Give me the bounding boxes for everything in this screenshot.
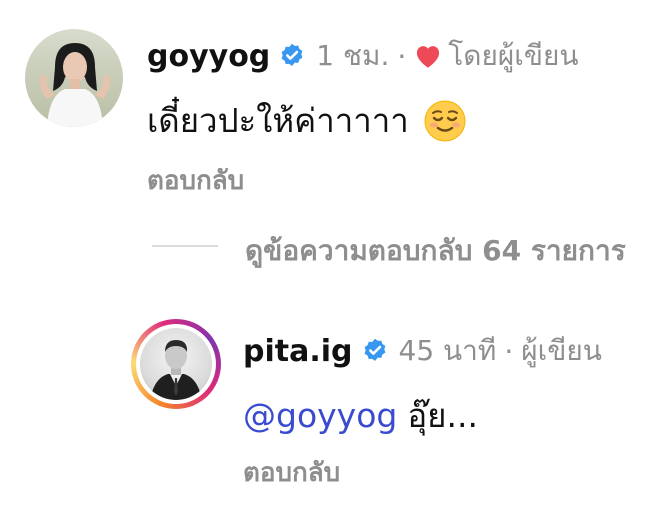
avatar-pita: [140, 328, 212, 400]
mention-link[interactable]: @goyyog: [243, 396, 397, 435]
reply-reply-button[interactable]: ตอบกลับ: [243, 452, 340, 493]
separator-dot: ·: [504, 334, 514, 368]
comment-reply-button[interactable]: ตอบกลับ: [147, 160, 244, 201]
verified-badge-icon: [361, 337, 389, 365]
avatar-goyyog[interactable]: [25, 29, 123, 127]
comments-thread: goyyog 1 ชม. · โดยผู้เขียน เดี๋ยวปะให้ค่…: [0, 0, 667, 510]
view-replies-button[interactable]: ดูข้อความตอบกลับ 64 รายการ: [245, 229, 626, 273]
author-label: ผู้เขียน: [521, 334, 602, 367]
reply-body: @goyyog อุ๊ย...: [243, 389, 478, 442]
relieved-face-emoji-icon: [423, 99, 467, 143]
comment-body: เดี๋ยวปะให้ค่าาาาา: [147, 94, 467, 147]
view-replies-divider: [152, 245, 218, 247]
heart-icon: [414, 43, 442, 69]
avatar-pita-story-ring[interactable]: [131, 319, 221, 409]
verified-badge-icon: [278, 42, 306, 70]
reply-header: pita.ig 45 นาที · ผู้เขียน: [243, 329, 602, 373]
separator-dot: ·: [397, 39, 407, 73]
comment-header: goyyog 1 ชม. · โดยผู้เขียน: [147, 34, 579, 78]
reply-text: อุ๊ย...: [407, 396, 478, 435]
comment-text: เดี๋ยวปะให้ค่าาาาา: [147, 101, 409, 140]
comment-time: 1 ชม.: [316, 39, 390, 72]
reply-username[interactable]: pita.ig: [243, 334, 353, 369]
avatar-photo: [150, 340, 202, 400]
liked-by-author-label: โดยผู้เขียน: [448, 39, 579, 72]
reply-time: 45 นาที: [398, 334, 497, 367]
comment-username[interactable]: goyyog: [147, 39, 270, 74]
avatar-photo: [39, 43, 111, 127]
